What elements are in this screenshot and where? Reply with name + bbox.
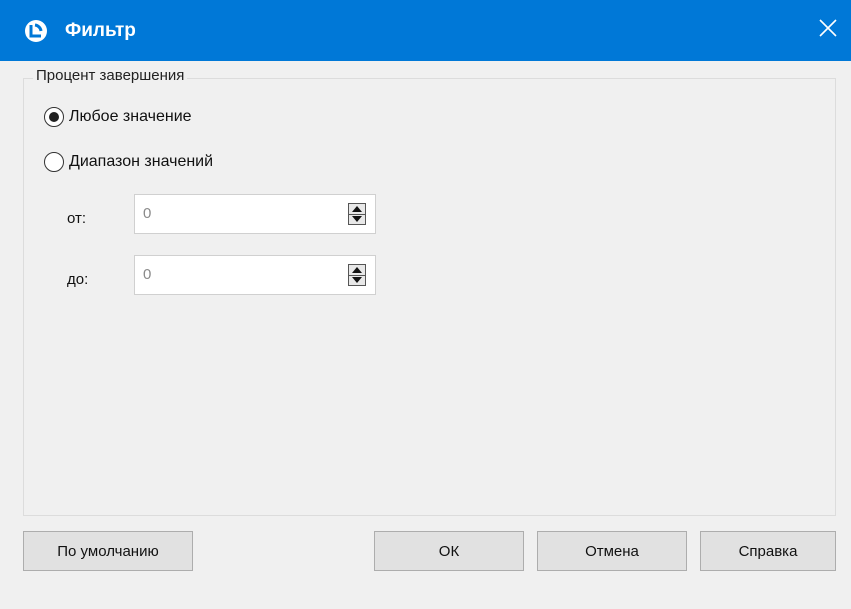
radio-any-value[interactable]: Любое значение bbox=[44, 107, 192, 127]
from-value[interactable]: 0 bbox=[143, 205, 151, 222]
radio-range-label: Диапазон значений bbox=[69, 153, 214, 170]
title-bar: Фильтр bbox=[0, 0, 851, 61]
radio-range[interactable]: Диапазон значений bbox=[44, 152, 213, 172]
from-spinbox[interactable]: 0 bbox=[134, 194, 376, 234]
arrow-up-icon bbox=[352, 267, 362, 273]
from-label: от: bbox=[67, 210, 87, 227]
help-button[interactable]: Справка bbox=[700, 531, 836, 571]
radio-circle[interactable] bbox=[44, 107, 64, 127]
completion-groupbox bbox=[23, 78, 836, 516]
groupbox-title: Процент завершения bbox=[33, 66, 188, 86]
from-spin-buttons bbox=[348, 203, 366, 225]
close-button[interactable] bbox=[805, 0, 851, 61]
radio-any-value-label: Любое значение bbox=[69, 108, 192, 125]
to-spinbox[interactable]: 0 bbox=[134, 255, 376, 295]
from-decrement-button[interactable] bbox=[349, 214, 365, 224]
arrow-up-icon bbox=[352, 206, 362, 212]
to-spin-buttons bbox=[348, 264, 366, 286]
to-value[interactable]: 0 bbox=[143, 266, 151, 283]
arrow-down-icon bbox=[352, 277, 362, 283]
radio-selected-dot bbox=[49, 112, 59, 122]
to-decrement-button[interactable] bbox=[349, 275, 365, 285]
window-title: Фильтр bbox=[65, 20, 136, 41]
close-icon bbox=[819, 19, 837, 42]
ok-button[interactable]: ОК bbox=[374, 531, 524, 571]
to-label: до: bbox=[67, 271, 89, 288]
cancel-button[interactable]: Отмена bbox=[537, 531, 687, 571]
filter-dialog: Фильтр Процент завершения Любое значение… bbox=[0, 0, 851, 609]
app-logo-icon bbox=[24, 19, 48, 43]
arrow-down-icon bbox=[352, 216, 362, 222]
radio-circle[interactable] bbox=[44, 152, 64, 172]
default-button[interactable]: По умолчанию bbox=[23, 531, 193, 571]
